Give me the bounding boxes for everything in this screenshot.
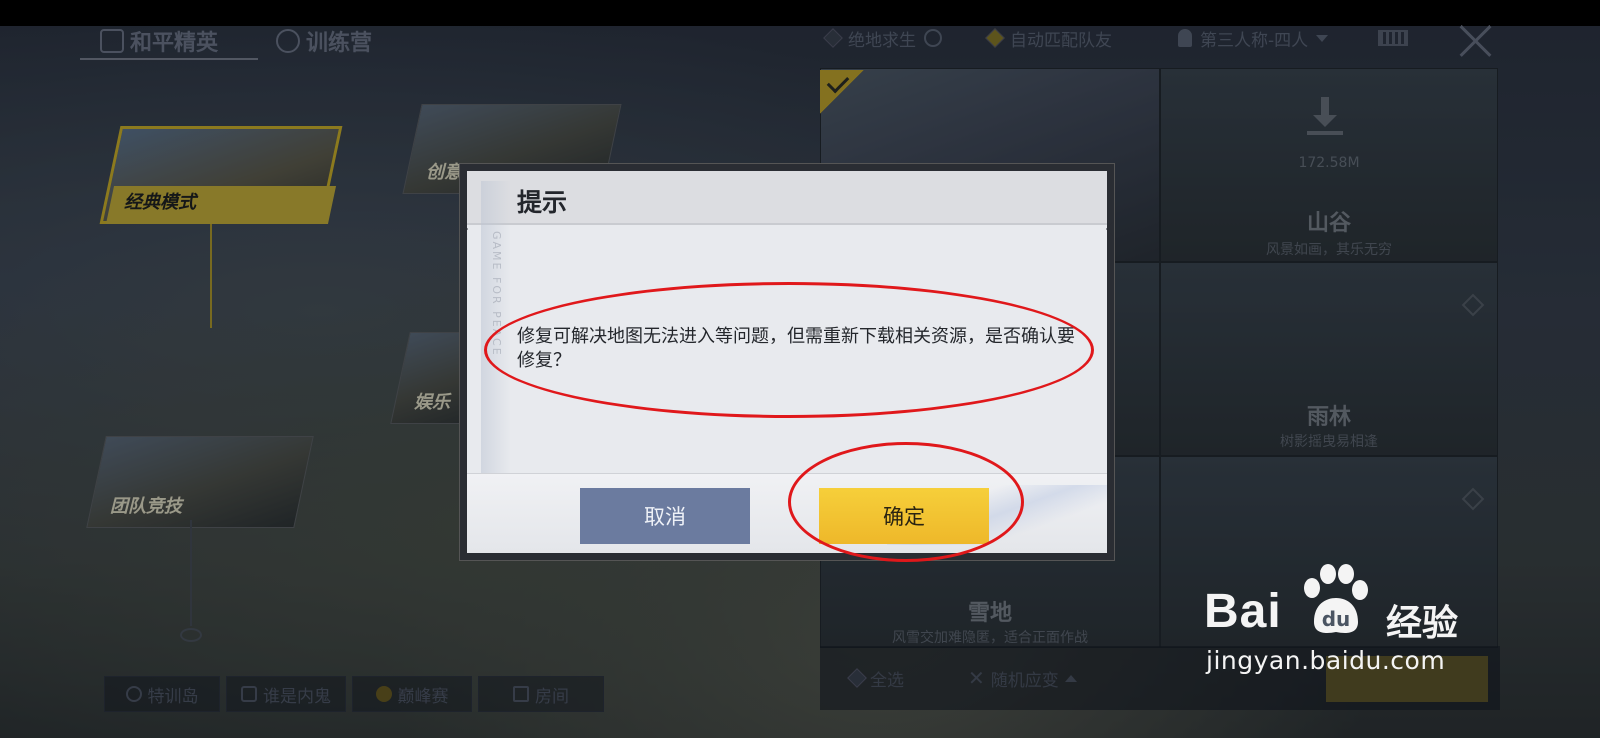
svg-text:du: du bbox=[1322, 607, 1351, 631]
paw-icon: du bbox=[1304, 564, 1368, 633]
baidu-watermark: Bai du 经验 jingyan.baidu.com bbox=[1200, 560, 1500, 690]
cancel-button[interactable]: 取消 bbox=[580, 488, 750, 544]
watermark-url: jingyan.baidu.com bbox=[1206, 646, 1446, 675]
top-black-band bbox=[0, 0, 1600, 26]
annotation-ring-message bbox=[484, 282, 1094, 418]
watermark-brand: Bai bbox=[1204, 585, 1282, 638]
dialog-title: 提示 bbox=[517, 188, 568, 217]
annotation-ring-confirm bbox=[788, 442, 1024, 562]
watermark-product: 经验 bbox=[1386, 603, 1459, 644]
